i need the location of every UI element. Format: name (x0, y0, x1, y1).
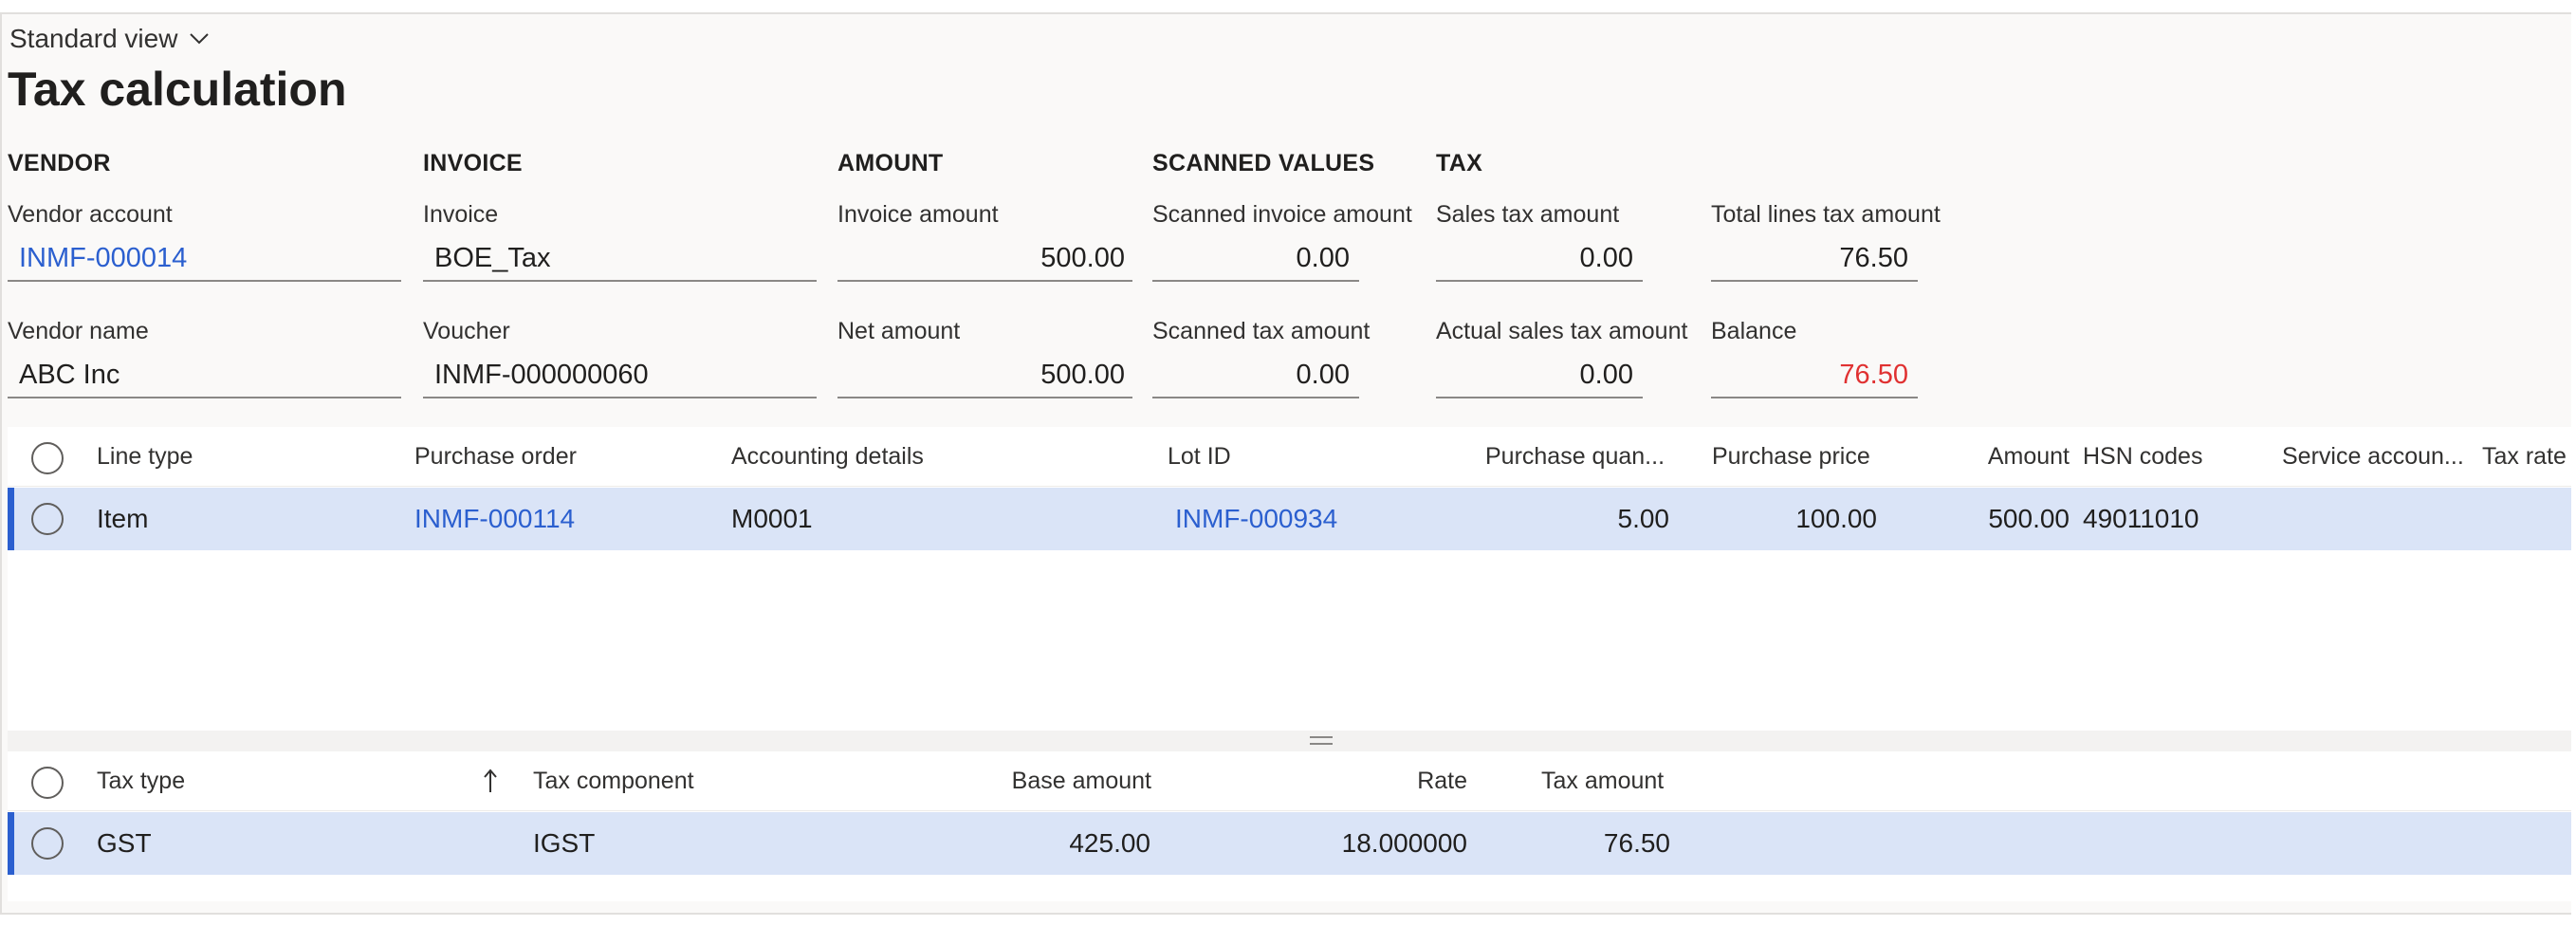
column-header-tax-component[interactable]: Tax component (533, 751, 694, 811)
scanned-tax-amount-label: Scanned tax amount (1152, 318, 1371, 344)
tax-calculation-form: Standard view Tax calculation VENDOR INV… (0, 12, 2571, 915)
column-header-purchase-order[interactable]: Purchase order (414, 427, 577, 487)
tax-details-grid: Tax type Tax component Base amount Rate … (8, 751, 2571, 901)
row-select-radio[interactable] (31, 827, 64, 860)
column-header-accounting-details[interactable]: Accounting details (731, 427, 924, 487)
column-header-line-type[interactable]: Line type (97, 427, 193, 487)
column-header-tax-amount[interactable]: Tax amount (1541, 751, 1664, 811)
voucher-label: Voucher (423, 318, 510, 344)
actual-sales-tax-amount-field[interactable]: 0.00 (1436, 351, 1643, 398)
cell-line-type: Item (97, 504, 149, 533)
section-header-vendor: VENDOR (8, 150, 111, 176)
vendor-account-label: Vendor account (8, 201, 173, 228)
section-header-tax: TAX (1436, 150, 1483, 176)
total-lines-tax-amount-field[interactable]: 76.50 (1711, 234, 1918, 282)
sales-tax-amount-label: Sales tax amount (1436, 201, 1620, 228)
cell-hsn-codes: 49011010 (2083, 504, 2199, 533)
invoice-lines-grid: Line type Purchase order Accounting deta… (8, 427, 2571, 731)
column-header-lot-id[interactable]: Lot ID (1168, 427, 1231, 487)
cell-tax-amount: 76.50 (1603, 828, 1670, 858)
column-header-purchase-price[interactable]: Purchase price (1712, 427, 1870, 487)
vendor-name-field[interactable]: ABC Inc (8, 351, 401, 398)
cell-purchase-quantity: 5.00 (1617, 504, 1670, 533)
grid-splitter[interactable] (8, 731, 2571, 751)
cell-amount: 500.00 (1988, 504, 2070, 533)
page-title: Tax calculation (8, 63, 347, 116)
cell-purchase-price: 100.00 (1795, 504, 1877, 533)
select-all-radio[interactable] (31, 442, 64, 474)
view-selector-label: Standard view (9, 24, 178, 53)
select-all-radio[interactable] (31, 767, 64, 799)
invoice-label: Invoice (423, 201, 499, 228)
sort-ascending-icon[interactable] (484, 768, 497, 794)
view-selector[interactable]: Standard view (9, 24, 210, 54)
actual-sales-tax-amount-label: Actual sales tax amount (1436, 318, 1688, 344)
cell-tax-type: GST (97, 828, 152, 858)
column-header-amount[interactable]: Amount (1952, 427, 2070, 487)
column-header-purchase-quantity[interactable]: Purchase quan... (1485, 427, 1665, 487)
cell-rate: 18.000000 (1341, 828, 1467, 858)
column-header-service-account[interactable]: Service accoun... (2282, 427, 2464, 487)
cell-purchase-order-link[interactable]: INMF-000114 (414, 488, 575, 550)
cell-lot-id-link[interactable]: INMF-000934 (1175, 488, 1337, 550)
vendor-name-label: Vendor name (8, 318, 149, 344)
row-select-radio[interactable] (31, 503, 64, 535)
net-amount-field[interactable]: 500.00 (837, 351, 1132, 398)
balance-label: Balance (1711, 318, 1797, 344)
column-header-base-amount[interactable]: Base amount (956, 751, 1151, 811)
table-row[interactable]: GST IGST 425.00 18.000000 76.50 (8, 812, 2571, 875)
section-header-amount: AMOUNT (837, 150, 944, 176)
splitter-handle-icon[interactable] (1310, 736, 1333, 745)
column-header-hsn-codes[interactable]: HSN codes (2083, 427, 2202, 487)
cell-base-amount: 425.00 (1069, 828, 1150, 858)
scanned-invoice-amount-field[interactable]: 0.00 (1152, 234, 1359, 282)
vendor-account-field[interactable]: INMF-000014 (8, 234, 401, 282)
invoice-field[interactable]: BOE_Tax (423, 234, 817, 282)
table-row[interactable]: Item INMF-000114 M0001 INMF-000934 5.00 … (8, 488, 2571, 550)
invoice-amount-label: Invoice amount (837, 201, 999, 228)
chevron-down-icon (190, 33, 210, 45)
voucher-field[interactable]: INMF-000000060 (423, 351, 817, 398)
section-header-invoice: INVOICE (423, 150, 523, 176)
scanned-tax-amount-field[interactable]: 0.00 (1152, 351, 1359, 398)
balance-field[interactable]: 76.50 (1711, 351, 1918, 398)
sales-tax-amount-field[interactable]: 0.00 (1436, 234, 1643, 282)
cell-tax-component: IGST (533, 828, 596, 858)
section-header-scanned-values: SCANNED VALUES (1152, 150, 1375, 176)
column-header-rate[interactable]: Rate (1335, 751, 1467, 811)
column-header-tax-type[interactable]: Tax type (97, 751, 185, 811)
cell-accounting-details: M0001 (731, 504, 813, 533)
net-amount-label: Net amount (837, 318, 961, 344)
grid-header-row: Tax type Tax component Base amount Rate … (8, 751, 2571, 811)
column-header-tax-rate[interactable]: Tax rate (2482, 427, 2567, 487)
total-lines-tax-amount-label: Total lines tax amount (1711, 201, 1941, 228)
grid-header-row: Line type Purchase order Accounting deta… (8, 427, 2571, 487)
scanned-invoice-amount-label: Scanned invoice amount (1152, 201, 1412, 228)
invoice-amount-field[interactable]: 500.00 (837, 234, 1132, 282)
